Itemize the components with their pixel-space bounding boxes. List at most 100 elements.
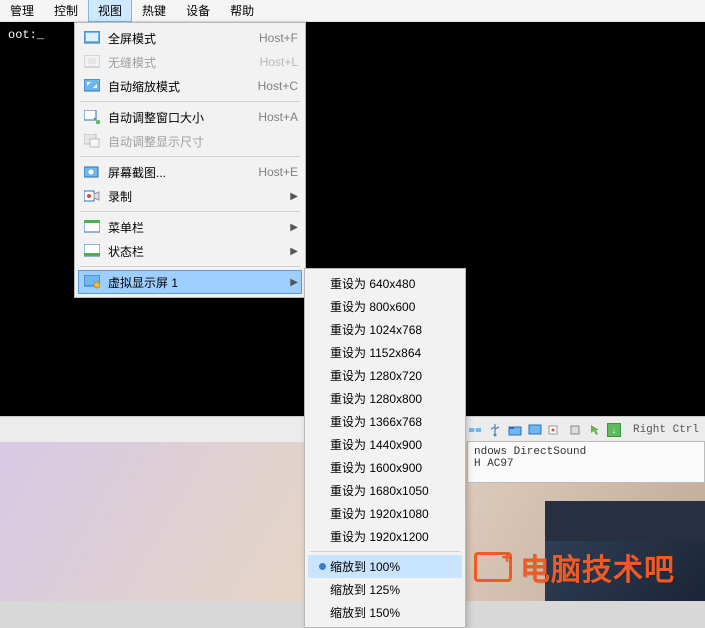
resize-1280x800[interactable]: 重设为 1280x800 [308,387,462,410]
menu-item-shortcut: Host+E [238,165,298,179]
menubar-toggle-icon [82,219,102,235]
menu-item-label: 菜单栏 [108,219,288,236]
status-usb-icon[interactable] [487,422,503,438]
submenu-label: 重设为 1920x1080 [330,505,429,522]
status-cpu-icon[interactable] [567,422,583,438]
menu-item-label: 自动调整窗口大小 [108,109,238,126]
submenu-label: 重设为 1280x720 [330,367,422,384]
submenu-label: 重设为 640x480 [330,275,415,292]
virtual-display-submenu: 重设为 640x480 重设为 800x600 重设为 1024x768 重设为… [304,268,466,628]
menu-control[interactable]: 控制 [44,0,88,22]
menu-item-label: 虚拟显示屏 1 [108,274,288,291]
resize-guest-icon [82,133,102,149]
resize-1680x1050[interactable]: 重设为 1680x1050 [308,479,462,502]
menu-view[interactable]: 视图 [88,0,132,22]
statusbar-toggle-icon [82,243,102,259]
status-shared-folder-icon[interactable] [507,422,523,438]
menu-item-label: 全屏模式 [108,30,238,47]
resize-1920x1200[interactable]: 重设为 1920x1200 [308,525,462,548]
resize-1152x864[interactable]: 重设为 1152x864 [308,341,462,364]
hostkey-label: Right Ctrl [633,424,699,436]
menu-item-label: 无缝模式 [108,54,238,71]
terminal-text: oot:_ [8,28,44,42]
menu-separator [80,101,300,102]
menu-virtual-display-1[interactable]: 虚拟显示屏 1 ▶ [78,270,302,294]
audio-info-line: H AC97 [474,458,698,470]
submenu-arrow-icon: ▶ [288,277,298,288]
submenu-label: 重设为 1440x900 [330,436,422,453]
submenu-label: 缩放到 150% [330,604,400,621]
watermark-text: 电脑技术吧 [520,545,675,589]
fullscreen-icon [82,30,102,46]
menu-item-shortcut: Host+C [238,79,298,93]
resize-1440x900[interactable]: 重设为 1440x900 [308,433,462,456]
menu-scaled[interactable]: 自动缩放模式 Host+C [78,74,302,98]
menu-item-label: 屏幕截图... [108,164,238,181]
submenu-label: 重设为 1024x768 [330,321,422,338]
menu-separator [80,266,300,267]
screenshot-icon [82,164,102,180]
resize-1366x768[interactable]: 重设为 1366x768 [308,410,462,433]
scale-icon [82,78,102,94]
view-menu-dropdown: 全屏模式 Host+F 无缝模式 Host+L 自动缩放模式 Host+C 自动… [74,22,306,298]
menu-manage[interactable]: 管理 [0,0,44,22]
menu-separator [80,211,300,212]
menu-item-shortcut: Host+F [238,31,298,45]
submenu-label: 缩放到 100% [330,558,400,575]
submenu-label: 重设为 1152x864 [330,344,421,361]
menu-auto-resize-window[interactable]: 自动调整窗口大小 Host+A [78,105,302,129]
record-icon [82,188,102,204]
menu-item-label: 自动调整显示尺寸 [108,133,238,150]
display-icon [82,274,102,290]
seamless-icon [82,54,102,70]
submenu-label: 缩放到 125% [330,581,400,598]
host-desktop-fragment [545,501,705,541]
status-mouse-icon[interactable] [587,422,603,438]
status-network-icon[interactable] [467,422,483,438]
resize-800x600[interactable]: 重设为 800x600 [308,295,462,318]
menu-help[interactable]: 帮助 [220,0,264,22]
menu-seamless: 无缝模式 Host+L [78,50,302,74]
scale-125[interactable]: 缩放到 125% [308,578,462,601]
scale-150[interactable]: 缩放到 150% [308,601,462,624]
resize-1024x768[interactable]: 重设为 1024x768 [308,318,462,341]
resize-1600x900[interactable]: 重设为 1600x900 [308,456,462,479]
menu-separator [80,156,300,157]
autosize-icon [82,109,102,125]
audio-info-line: ndows DirectSound [474,446,698,458]
menu-hotkey[interactable]: 热键 [132,0,176,22]
selected-mark-icon [314,563,330,570]
scale-100[interactable]: 缩放到 100% [308,555,462,578]
menubar: 管理 控制 视图 热键 设备 帮助 [0,0,705,22]
watermark: 电脑技术吧 [474,545,675,589]
status-display-icon[interactable] [527,422,543,438]
submenu-arrow-icon: ▶ [288,222,298,233]
menu-item-label: 录制 [108,188,288,205]
menu-item-shortcut: Host+L [238,55,298,69]
submenu-label: 重设为 1680x1050 [330,482,429,499]
menu-item-shortcut: Host+A [238,110,298,124]
hostkey-indicator-icon: ↓ [607,423,621,437]
menu-auto-resize-guest: 自动调整显示尺寸 [78,129,302,153]
menu-statusbar[interactable]: 状态栏 ▶ [78,239,302,263]
status-record-icon[interactable] [547,422,563,438]
resize-1920x1080[interactable]: 重设为 1920x1080 [308,502,462,525]
submenu-label: 重设为 1366x768 [330,413,422,430]
menu-item-label: 状态栏 [108,243,288,260]
submenu-arrow-icon: ▶ [288,191,298,202]
resize-640x480[interactable]: 重设为 640x480 [308,272,462,295]
submenu-arrow-icon: ▶ [288,246,298,257]
submenu-label: 重设为 1600x900 [330,459,422,476]
resize-1280x720[interactable]: 重设为 1280x720 [308,364,462,387]
menu-separator [310,551,460,552]
menu-menubar[interactable]: 菜单栏 ▶ [78,215,302,239]
menu-screenshot[interactable]: 屏幕截图... Host+E [78,160,302,184]
watermark-icon [474,552,512,582]
submenu-label: 重设为 1280x800 [330,390,422,407]
submenu-label: 重设为 800x600 [330,298,415,315]
menu-fullscreen[interactable]: 全屏模式 Host+F [78,26,302,50]
menu-record[interactable]: 录制 ▶ [78,184,302,208]
submenu-label: 重设为 1920x1200 [330,528,429,545]
menu-item-label: 自动缩放模式 [108,78,238,95]
menu-devices[interactable]: 设备 [176,0,220,22]
